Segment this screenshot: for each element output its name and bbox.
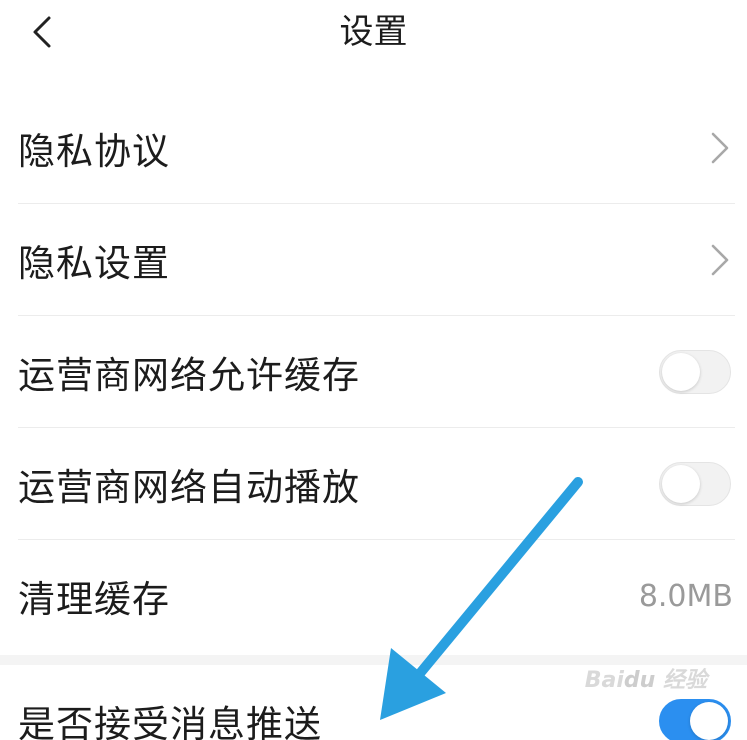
carrier-autoplay-toggle[interactable] xyxy=(659,461,731,506)
watermark-logo: Baidu 经验 xyxy=(584,668,707,693)
settings-item-privacy-agreement[interactable]: 隐私协议 xyxy=(18,92,735,204)
toggle-knob xyxy=(662,352,700,391)
settings-item-label: 隐私协议 xyxy=(18,129,170,173)
settings-item-clear-cache[interactable]: 清理缓存 8.0MB xyxy=(18,540,735,652)
settings-item-privacy-settings[interactable]: 隐私设置 xyxy=(18,204,735,316)
chevron-right-icon xyxy=(711,244,729,275)
chevron-right-icon xyxy=(711,132,729,163)
settings-item-label: 隐私设置 xyxy=(18,241,170,285)
settings-item-carrier-autoplay: 运营商网络自动播放 xyxy=(18,428,735,540)
settings-screen: 设置 隐私协议 隐私设置 运营商网络允许缓存 运营商网络自动播放 清理缓存 8.… xyxy=(0,0,747,740)
carrier-cache-toggle[interactable] xyxy=(659,349,731,394)
header: 设置 xyxy=(0,0,747,64)
settings-item-label: 运营商网络允许缓存 xyxy=(18,353,360,397)
settings-item-label: 运营商网络自动播放 xyxy=(18,465,360,509)
settings-item-label: 清理缓存 xyxy=(18,578,170,621)
toggle-knob xyxy=(690,702,728,740)
settings-item-carrier-cache: 运营商网络允许缓存 xyxy=(18,316,735,428)
push-notifications-toggle[interactable] xyxy=(659,699,731,740)
cache-size-value: 8.0MB xyxy=(638,578,733,614)
toggle-knob xyxy=(662,464,700,503)
settings-item-label: 是否接受消息推送 xyxy=(18,703,322,740)
page-title: 设置 xyxy=(339,12,408,52)
